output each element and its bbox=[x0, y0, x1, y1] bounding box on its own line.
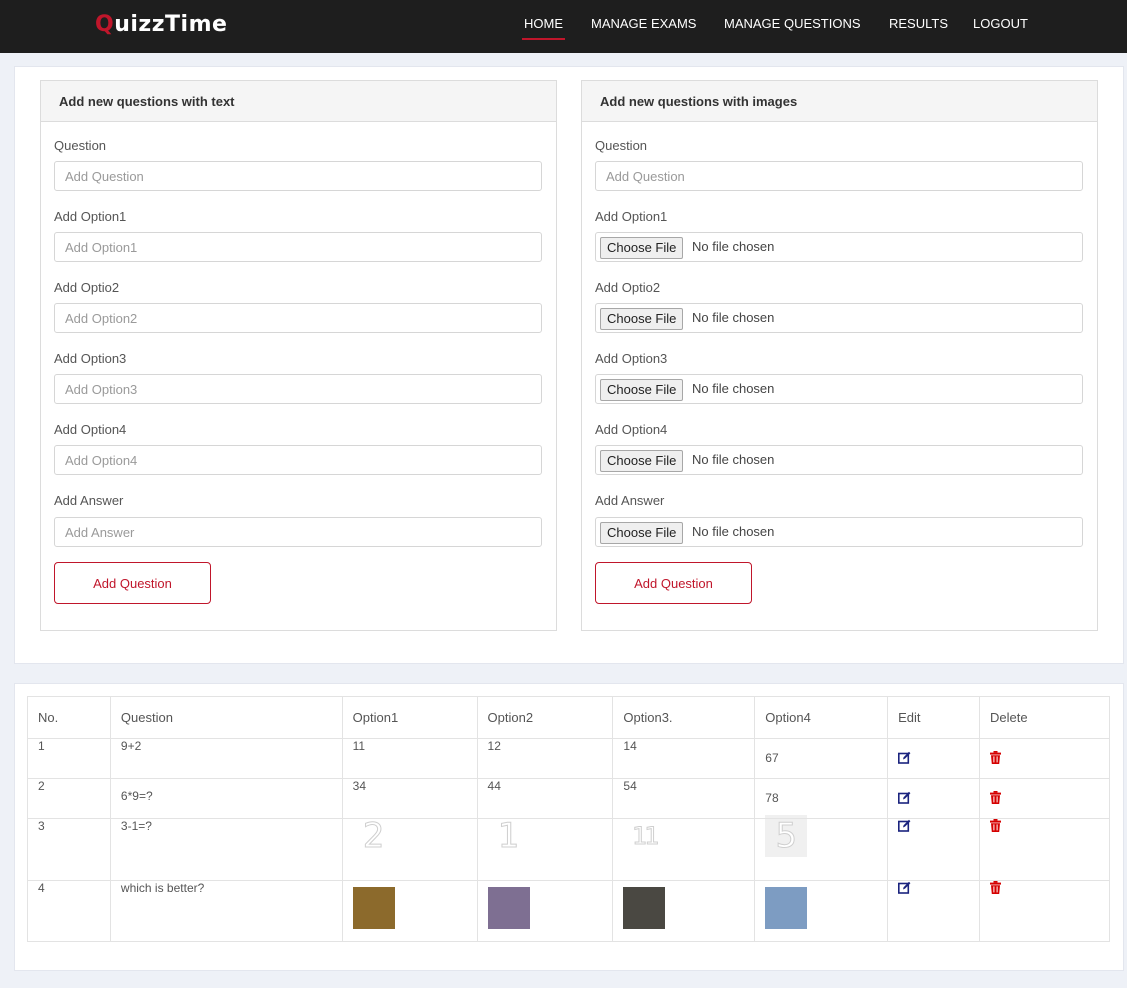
row-question: which is better? bbox=[109, 880, 343, 942]
image-option2-label: Add Optio2 bbox=[595, 280, 661, 295]
image-question-card: Add new questions with images Question A… bbox=[581, 80, 1098, 631]
header-option2: Option2 bbox=[476, 696, 614, 739]
choose-file-button[interactable]: Choose File bbox=[600, 237, 684, 259]
table-row: 4 which is better? bbox=[27, 880, 1110, 942]
option1-input[interactable] bbox=[54, 232, 542, 262]
image-option4-label: Add Option4 bbox=[595, 422, 668, 437]
nav-results[interactable]: RESULTS bbox=[889, 16, 948, 31]
add-image-question-button[interactable]: Add Question bbox=[595, 562, 752, 604]
option-image bbox=[487, 887, 530, 929]
file-status: No file chosen bbox=[692, 239, 775, 254]
file-status: No file chosen bbox=[692, 310, 775, 325]
option2-file-input[interactable]: Choose File No file chosen bbox=[595, 303, 1083, 333]
text-card-header: Add new questions with text bbox=[41, 81, 556, 122]
header-question: Question bbox=[109, 696, 343, 739]
row-option: 34 bbox=[341, 778, 478, 819]
trash-icon[interactable] bbox=[990, 751, 1002, 767]
add-text-question-button[interactable]: Add Question bbox=[54, 562, 211, 604]
forms-section: Add new questions with text Question Add… bbox=[14, 66, 1124, 664]
image-question-label: Question bbox=[595, 138, 648, 153]
brand-rest: uizzTime bbox=[114, 12, 228, 37]
question-input[interactable] bbox=[54, 161, 542, 191]
option2-label: Add Optio2 bbox=[54, 280, 120, 295]
header-delete: Delete bbox=[979, 696, 1110, 739]
answer-label: Add Answer bbox=[54, 493, 124, 508]
navbar: QuizzTime HOME MANAGE EXAMS MANAGE QUEST… bbox=[0, 0, 1127, 53]
header-option4: Option4 bbox=[754, 696, 889, 739]
image-card-header: Add new questions with images bbox=[582, 81, 1097, 122]
option3-input[interactable] bbox=[54, 374, 542, 404]
table-row: 1 9+2 11 12 14 67 bbox=[27, 738, 1110, 779]
row-no: 3 bbox=[27, 818, 111, 881]
brand-first-letter: Q bbox=[95, 12, 115, 37]
trash-icon[interactable] bbox=[990, 791, 1002, 807]
row-question: 9+2 bbox=[109, 738, 343, 779]
header-option3: Option3. bbox=[612, 696, 756, 739]
header-option1: Option1 bbox=[341, 696, 478, 739]
nav-manage-questions[interactable]: MANAGE QUESTIONS bbox=[724, 16, 861, 31]
row-no: 1 bbox=[27, 738, 111, 779]
option3-label: Add Option3 bbox=[54, 351, 127, 366]
row-option: 54 bbox=[612, 778, 756, 819]
header-edit: Edit bbox=[887, 696, 981, 739]
option-image bbox=[623, 887, 666, 929]
choose-file-button[interactable]: Choose File bbox=[600, 379, 684, 401]
image-option1-label: Add Option1 bbox=[595, 209, 668, 224]
image-question-input[interactable] bbox=[595, 161, 1083, 191]
answer-file-input[interactable]: Choose File No file chosen bbox=[595, 517, 1083, 547]
option-image: 5 bbox=[765, 815, 808, 857]
file-status: No file chosen bbox=[692, 452, 775, 467]
nav-logout[interactable]: LOGOUT bbox=[973, 16, 1028, 31]
choose-file-button[interactable]: Choose File bbox=[600, 450, 684, 472]
row-option: 44 bbox=[476, 778, 614, 819]
question-label: Question bbox=[54, 138, 107, 153]
table-row: 3 3-1=? 2 1 11 5 bbox=[27, 815, 1110, 881]
choose-file-button[interactable]: Choose File bbox=[600, 308, 684, 330]
option1-file-input[interactable]: Choose File No file chosen bbox=[595, 232, 1083, 262]
option-image bbox=[352, 887, 395, 929]
image-answer-label: Add Answer bbox=[595, 493, 665, 508]
header-no: No. bbox=[27, 696, 111, 739]
nav-home[interactable]: HOME bbox=[522, 16, 565, 40]
row-question: 6*9=? bbox=[109, 778, 343, 819]
table-header-row: No. Question Option1 Option2 Option3. Op… bbox=[27, 696, 1110, 739]
row-no: 2 bbox=[27, 778, 111, 819]
row-option: 14 bbox=[612, 738, 756, 779]
option4-file-input[interactable]: Choose File No file chosen bbox=[595, 445, 1083, 475]
text-card-title: Add new questions with text bbox=[59, 94, 235, 109]
row-option: 78 bbox=[754, 778, 889, 819]
edit-icon[interactable] bbox=[898, 751, 911, 767]
questions-table: No. Question Option1 Option2 Option3. Op… bbox=[27, 696, 1110, 942]
edit-icon[interactable] bbox=[898, 819, 911, 835]
file-status: No file chosen bbox=[692, 381, 775, 396]
option-image: 1 bbox=[497, 816, 520, 857]
option-image bbox=[765, 887, 808, 929]
brand-logo[interactable]: QuizzTime bbox=[95, 12, 227, 37]
option3-file-input[interactable]: Choose File No file chosen bbox=[595, 374, 1083, 404]
text-question-card: Add new questions with text Question Add… bbox=[40, 80, 557, 631]
trash-icon[interactable] bbox=[990, 819, 1002, 835]
trash-icon[interactable] bbox=[990, 881, 1002, 897]
option-image: 2 bbox=[362, 816, 385, 857]
file-status: No file chosen bbox=[692, 524, 775, 539]
table-row: 2 6*9=? 34 44 54 78 bbox=[27, 778, 1110, 819]
option2-input[interactable] bbox=[54, 303, 542, 333]
edit-icon[interactable] bbox=[898, 791, 911, 807]
image-option3-label: Add Option3 bbox=[595, 351, 668, 366]
row-option: 12 bbox=[476, 738, 614, 779]
option-image: 11 bbox=[632, 822, 661, 851]
image-card-title: Add new questions with images bbox=[600, 94, 798, 109]
row-option: 67 bbox=[754, 738, 889, 779]
row-question: 3-1=? bbox=[109, 818, 343, 881]
option4-input[interactable] bbox=[54, 445, 542, 475]
edit-icon[interactable] bbox=[898, 881, 911, 897]
answer-input[interactable] bbox=[54, 517, 542, 547]
choose-file-button[interactable]: Choose File bbox=[600, 522, 684, 544]
row-option: 11 bbox=[341, 738, 478, 779]
nav-manage-exams[interactable]: MANAGE EXAMS bbox=[591, 16, 696, 31]
row-no: 4 bbox=[27, 880, 111, 942]
option4-label: Add Option4 bbox=[54, 422, 127, 437]
option1-label: Add Option1 bbox=[54, 209, 127, 224]
